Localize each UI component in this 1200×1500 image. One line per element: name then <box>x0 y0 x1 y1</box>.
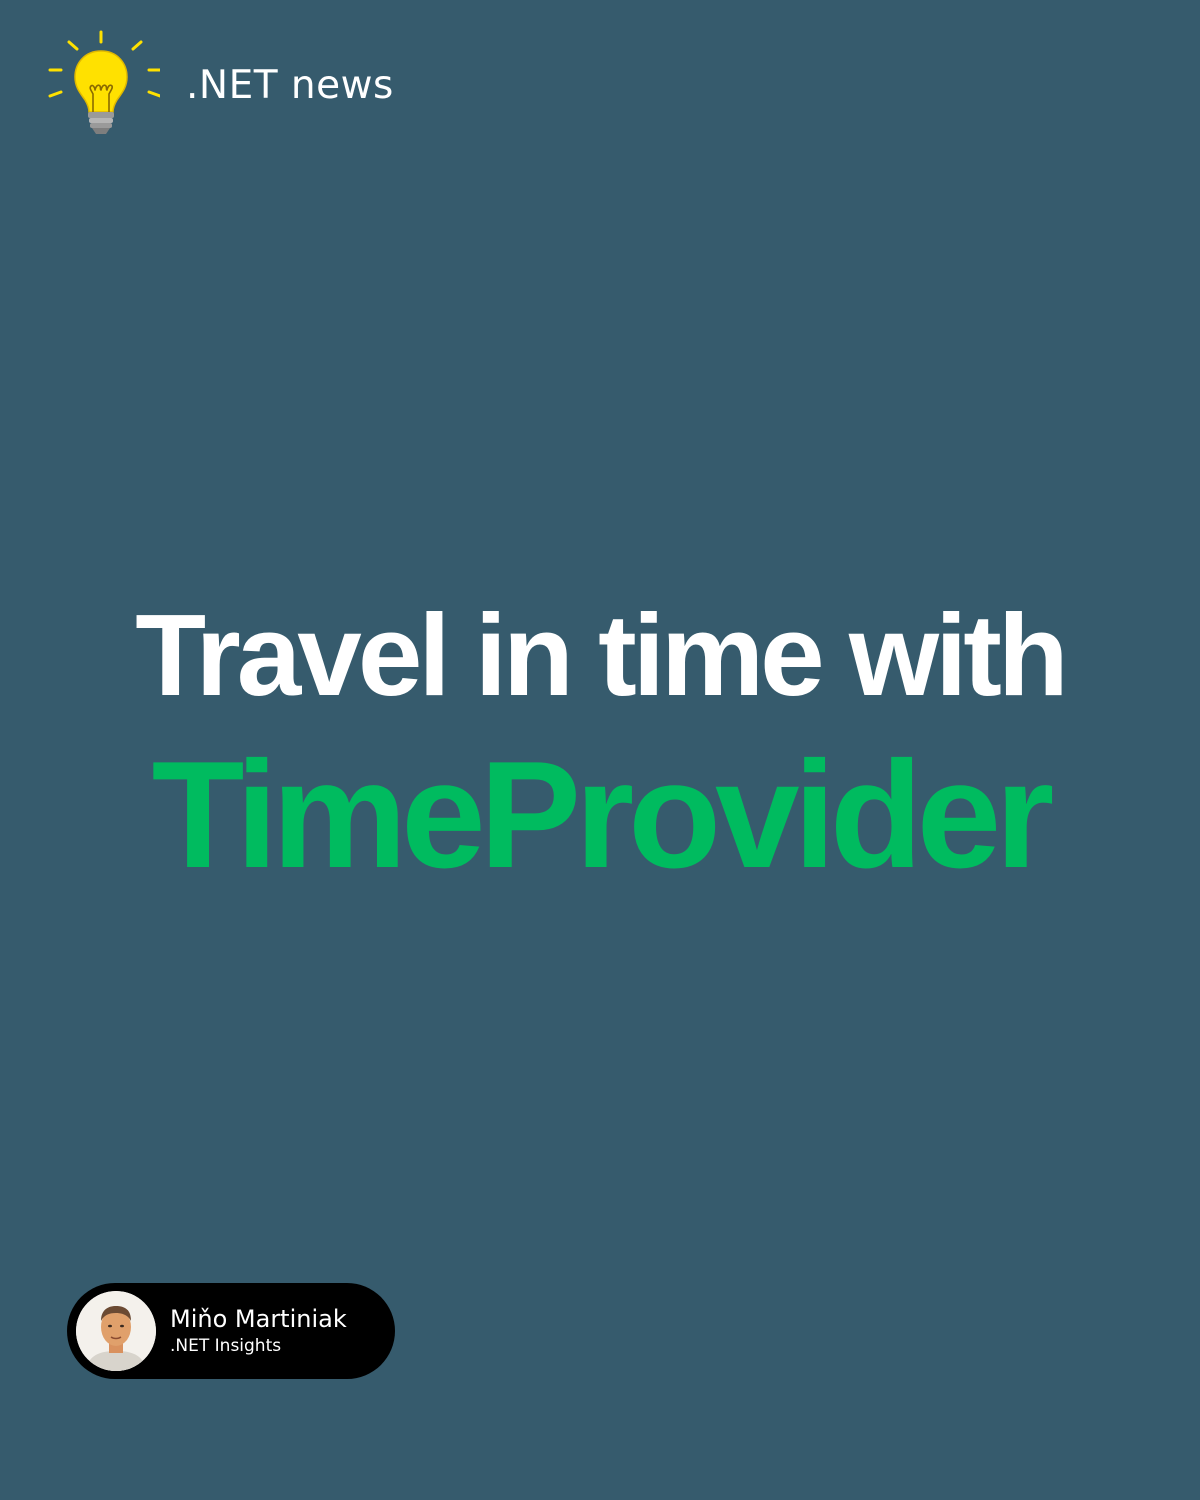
author-role: .NET Insights <box>170 1336 282 1356</box>
headline-line-1: Travel in time with <box>135 590 1069 720</box>
brand-label: .NET news <box>186 62 394 108</box>
author-text: Miňo Martiniak .NET Insights <box>170 1304 347 1358</box>
header: .NET news <box>44 28 394 140</box>
headline: Travel in time with TimeProvider <box>0 590 1200 900</box>
author-badge: Miňo Martiniak .NET Insights <box>67 1283 395 1379</box>
headline-line-2: TimeProvider <box>151 730 1055 900</box>
lightbulb-icon <box>48 30 160 134</box>
author-name: Miňo Martiniak <box>170 1305 347 1333</box>
author-avatar <box>76 1291 156 1371</box>
